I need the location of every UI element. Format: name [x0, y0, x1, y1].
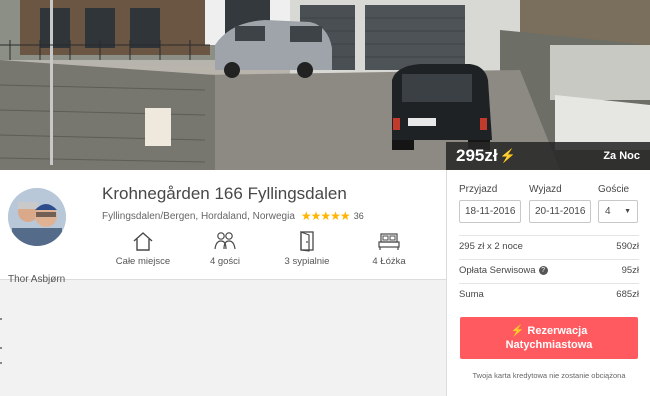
listing-location[interactable]: Fyllingsdalen/Bergen, Hordaland, Norwegi… — [102, 211, 295, 222]
per-night-label: Za Noc — [603, 150, 640, 162]
price-row-value: 95zł — [621, 265, 639, 276]
host-photo — [8, 188, 66, 246]
guests-icon — [214, 232, 236, 250]
cta-line2: Natychmiastowa — [505, 339, 593, 351]
house-icon — [133, 232, 153, 251]
guests-select[interactable]: 4 ▼ — [598, 200, 638, 223]
checkin-label: Przyjazd — [459, 184, 498, 195]
listing-location-row: Fyllingsdalen/Bergen, Hordaland, Norwegi… — [102, 209, 364, 223]
amenity-label: 4 gości — [209, 256, 241, 267]
guests-label: Goście — [598, 184, 630, 195]
no-charge-note: Twoja karta kredytowa nie zostanie obcią… — [472, 371, 626, 380]
amenity-entire-place: Całe miejsce — [102, 230, 184, 267]
price-row-label: Opłata Serwisowa — [459, 265, 536, 276]
checkout-date-input[interactable]: 20-11-2016 — [529, 200, 591, 223]
bed-icon — [378, 233, 400, 250]
booking-panel: Przyjazd Wyjazd Goście 18-11-2016 20-11-… — [446, 170, 650, 396]
amenity-bedrooms: 3 sypialnie — [266, 230, 348, 267]
star-rating: ★★★★★ — [300, 209, 351, 223]
amenity-guests: 4 gości — [184, 230, 266, 267]
door-icon — [300, 231, 314, 252]
instant-book-button[interactable]: ⚡ Rezerwacja Natychmiastowa — [460, 317, 638, 359]
listing-summary: Thor Asbjørn Krohnegården 166 Fyllingsda… — [0, 170, 446, 285]
instant-book-icon: ⚡ — [499, 148, 516, 163]
amenity-beds: 4 Łóżka — [348, 230, 430, 267]
amenities-row: Całe miejsce 4 gości 3 sypialnie 4 Łóżka — [102, 230, 432, 267]
price-bar: 295zł ⚡ Za Noc — [446, 142, 650, 170]
host-name[interactable]: Thor Asbjørn — [8, 274, 88, 285]
lightning-icon: ⚡ — [510, 325, 525, 337]
price-row-value: 590zł — [616, 241, 639, 252]
amenity-label: 4 Łóżka — [372, 256, 406, 267]
price-row-label: Suma — [459, 289, 484, 300]
edge-mark — [0, 362, 2, 364]
price-row-total: Suma 685zł — [459, 283, 639, 305]
edge-mark — [0, 347, 2, 349]
chevron-down-icon: ▼ — [624, 208, 631, 215]
price-row-nights: 295 zł x 2 noce 590zł — [459, 235, 639, 257]
review-count[interactable]: 36 — [354, 211, 364, 221]
price-row-service-fee: Opłata Serwisowa ? 95zł — [459, 259, 639, 281]
cta-line1: Rezerwacja — [527, 325, 588, 337]
amenity-label: 3 sypialnie — [284, 256, 330, 267]
checkout-label: Wyjazd — [529, 184, 562, 195]
guests-value: 4 — [605, 206, 611, 217]
checkin-date-input[interactable]: 18-11-2016 — [459, 200, 521, 223]
listing-title: Krohnegården 166 Fyllingsdalen — [102, 184, 347, 203]
price-row-label: 295 zł x 2 noce — [459, 241, 523, 252]
amenity-label: Całe miejsce — [115, 256, 171, 267]
help-icon[interactable]: ? — [538, 266, 548, 275]
host-avatar[interactable] — [8, 188, 66, 246]
edge-mark — [0, 318, 2, 320]
nightly-price: 295zł — [456, 146, 498, 165]
host-card[interactable]: Thor Asbjørn — [8, 188, 66, 285]
price-row-value: 685zł — [616, 289, 639, 300]
